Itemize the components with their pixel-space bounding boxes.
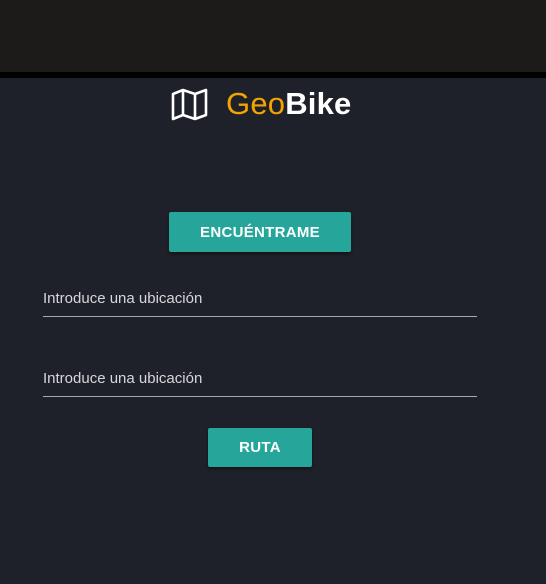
origin-field (43, 280, 477, 317)
destination-input[interactable] (43, 360, 477, 396)
origin-input[interactable] (43, 280, 477, 316)
brand-name-bike: Bike (285, 86, 352, 121)
brand-logo: GeoBike (170, 84, 352, 124)
top-bar (0, 0, 546, 78)
destination-field (43, 360, 477, 397)
brand-name-geo: Geo (226, 86, 286, 121)
brand-name: GeoBike (226, 86, 352, 122)
page: GeoBike ENCUÉNTRAME RUTA (0, 0, 546, 584)
route-button[interactable]: RUTA (208, 428, 312, 467)
map-icon (170, 87, 210, 121)
locate-me-button[interactable]: ENCUÉNTRAME (169, 212, 351, 252)
